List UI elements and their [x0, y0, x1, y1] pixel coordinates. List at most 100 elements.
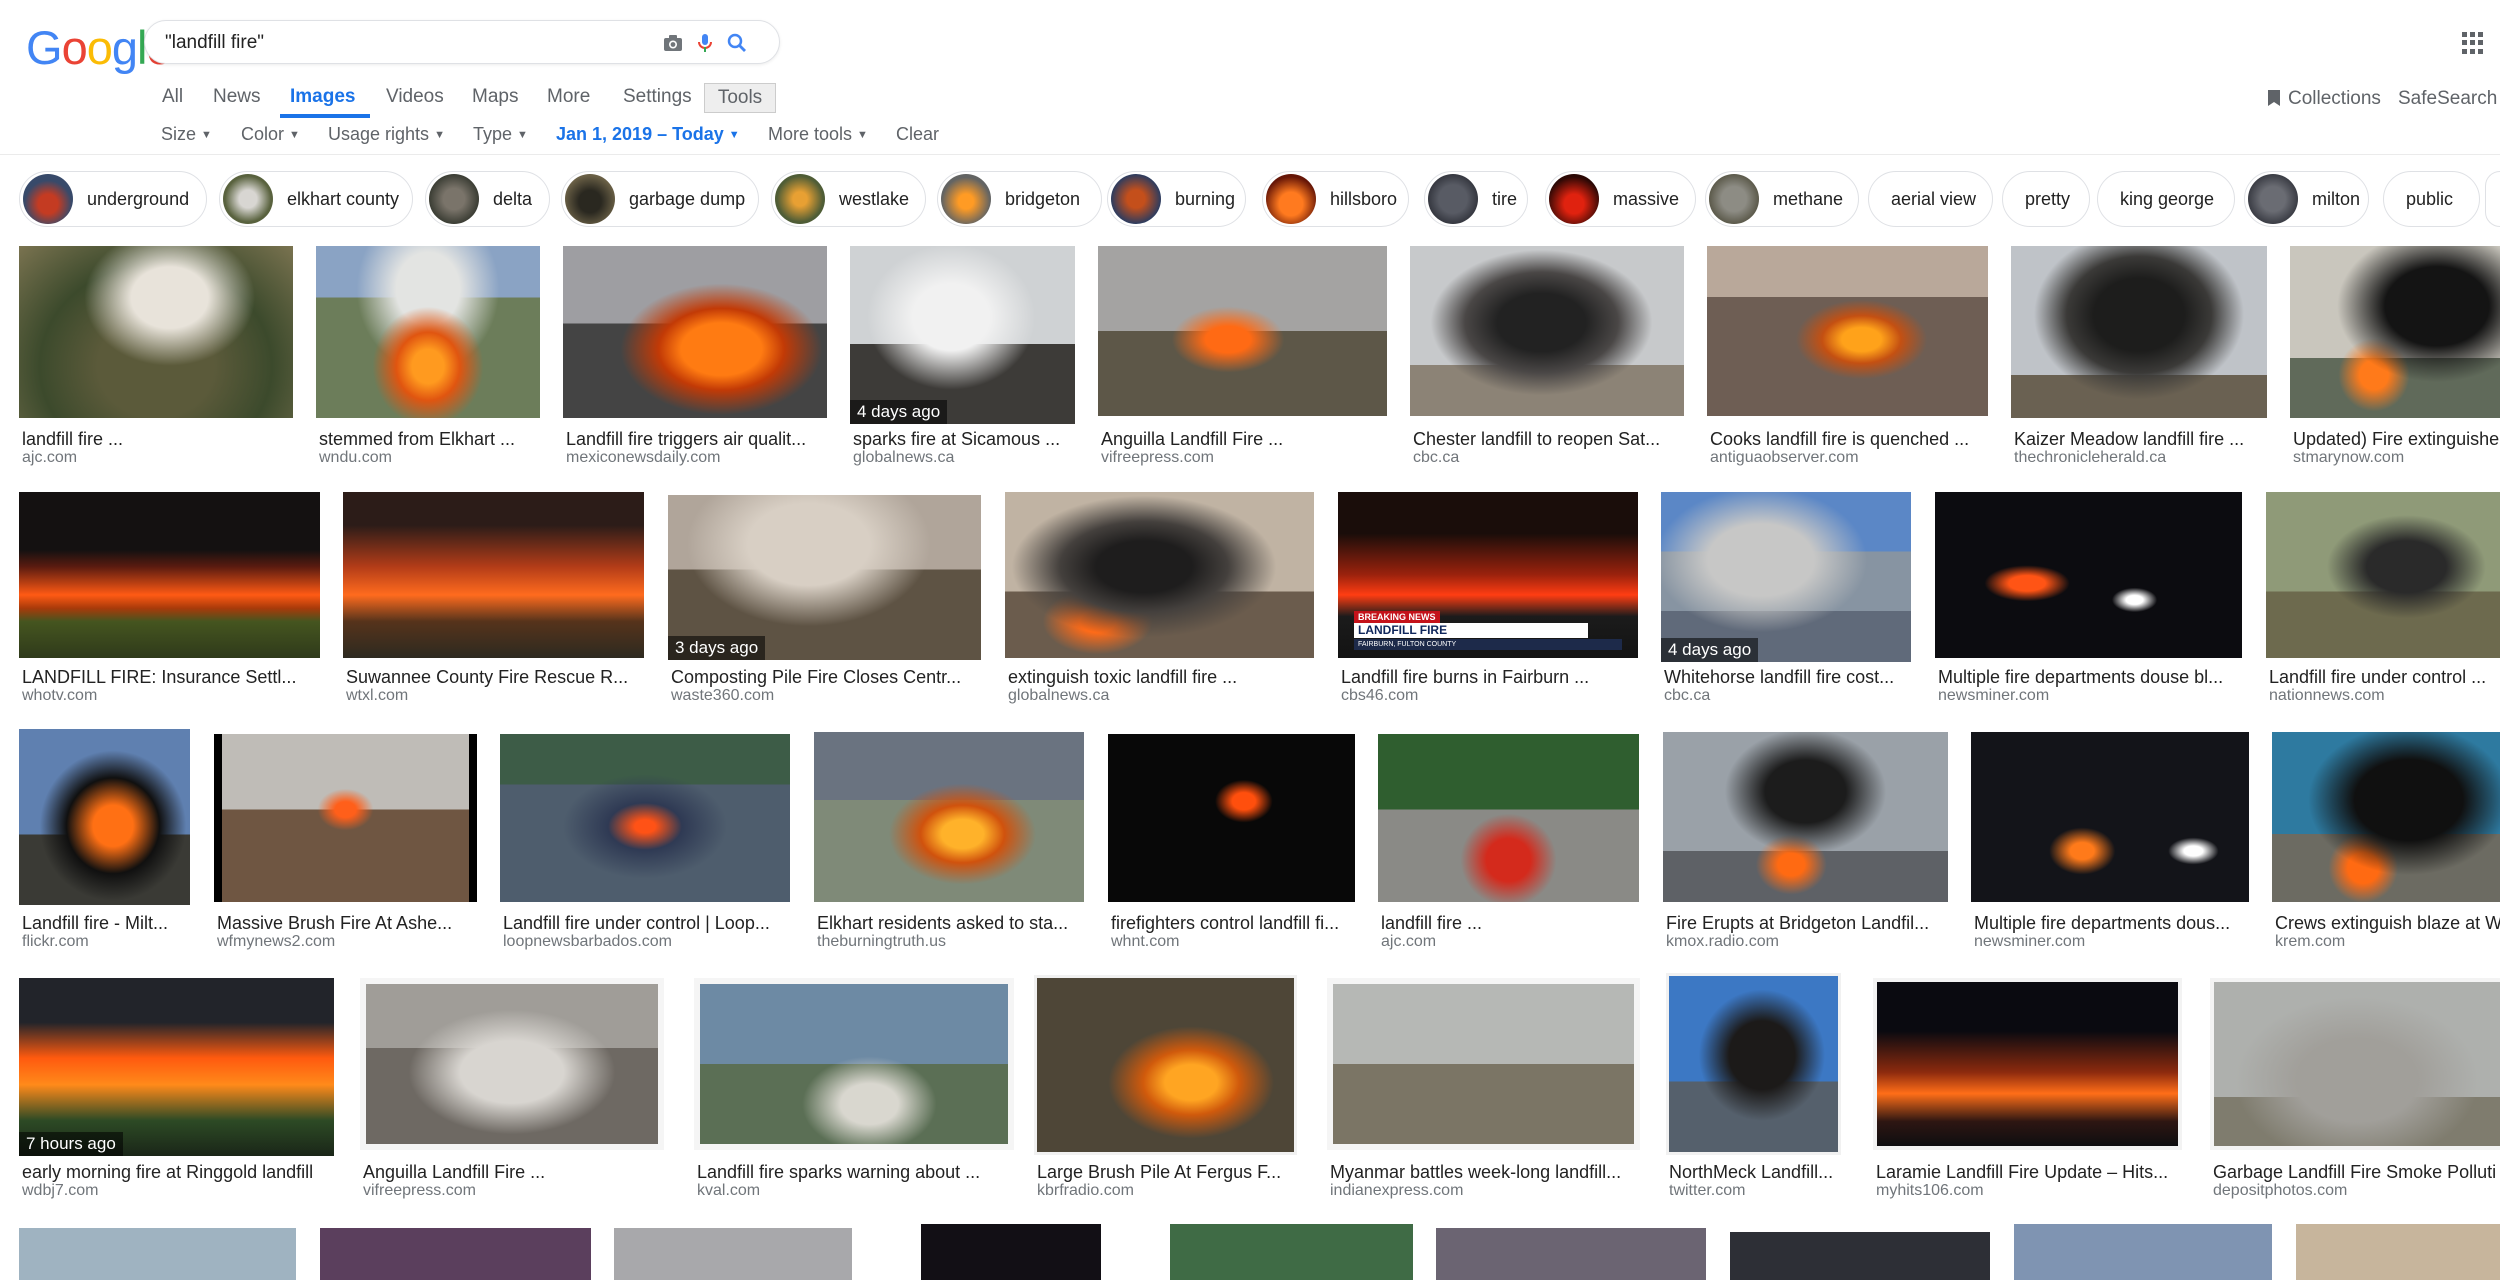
result-domain[interactable]: loopnewsbarbados.com: [503, 933, 787, 951]
image-result[interactable]: 4 days ago Whitehorse landfill fire cost…: [1661, 492, 1911, 707]
result-image[interactable]: [1730, 1232, 1990, 1280]
image-result[interactable]: Landfill fire under control ... nationne…: [2266, 492, 2500, 707]
result-domain[interactable]: globalnews.ca: [853, 449, 1072, 467]
result-domain[interactable]: whnt.com: [1111, 933, 1352, 951]
result-domain[interactable]: waste360.com: [671, 687, 978, 705]
result-domain[interactable]: flickr.com: [22, 933, 187, 951]
result-title[interactable]: Multiple fire departments dous...: [1974, 913, 2246, 934]
result-image[interactable]: BREAKING NEWS LANDFILL FIRE FAIRBURN, FU…: [1338, 492, 1638, 658]
image-result[interactable]: Anguilla Landfill Fire ... vifreepress.c…: [1098, 246, 1387, 466]
result-title[interactable]: Laramie Landfill Fire Update – Hits...: [1876, 1162, 2179, 1183]
result-image[interactable]: [19, 492, 320, 658]
result-image[interactable]: [2272, 732, 2500, 902]
result-title[interactable]: early morning fire at Ringgold landfill: [22, 1162, 337, 1183]
tab-more[interactable]: More: [547, 86, 590, 108]
result-domain[interactable]: cbc.ca: [1664, 687, 1908, 705]
image-result[interactable]: LANDFILL FIRE: Insurance Settl... whotv.…: [19, 492, 320, 707]
result-image[interactable]: [2290, 246, 2500, 418]
result-image[interactable]: [694, 978, 1014, 1150]
search-input[interactable]: "landfill fire": [165, 32, 264, 54]
result-domain[interactable]: stmarynow.com: [2293, 449, 2500, 467]
image-result[interactable]: landfill fire ... ajc.com: [1378, 734, 1639, 953]
image-result[interactable]: Suwannee County Fire Rescue R... wtxl.co…: [343, 492, 644, 707]
image-result[interactable]: Multiple fire departments douse bl... ne…: [1935, 492, 2242, 707]
result-title[interactable]: Suwannee County Fire Rescue R...: [346, 667, 641, 688]
image-result[interactable]: Massive Brush Fire At Ashe... wfmynews2.…: [214, 734, 477, 953]
image-result[interactable]: firefighters control landfill fi... whnt…: [1108, 734, 1355, 953]
chip-westlake[interactable]: westlake: [771, 171, 926, 227]
chip-burning[interactable]: burning: [1107, 171, 1246, 227]
result-image[interactable]: [1327, 978, 1640, 1150]
image-result[interactable]: Landfill fire sparks warning about ... k…: [694, 978, 1014, 1204]
size-filter[interactable]: Size ▼: [161, 124, 212, 145]
result-image[interactable]: [343, 492, 644, 658]
result-image[interactable]: [814, 732, 1084, 902]
image-result[interactable]: BREAKING NEWS LANDFILL FIRE FAIRBURN, FU…: [1338, 492, 1638, 707]
result-title[interactable]: Chester landfill to reopen Sat...: [1413, 429, 1681, 450]
chip-next-partial[interactable]: [2485, 171, 2500, 227]
result-domain[interactable]: wtxl.com: [346, 687, 641, 705]
result-image[interactable]: [1663, 732, 1948, 902]
result-title[interactable]: Large Brush Pile At Fergus F...: [1037, 1162, 1294, 1183]
image-result[interactable]: Anguilla Landfill Fire ... vifreepress.c…: [360, 978, 664, 1204]
tab-news[interactable]: News: [213, 86, 261, 108]
result-domain[interactable]: indianexpress.com: [1330, 1182, 1637, 1200]
result-image[interactable]: [563, 246, 827, 418]
image-result[interactable]: stemmed from Elkhart ... wndu.com: [316, 246, 540, 466]
result-image[interactable]: [2011, 246, 2267, 418]
image-result[interactable]: Elkhart residents asked to sta... thebur…: [814, 732, 1084, 953]
image-result[interactable]: Kaizer Meadow landfill fire ... thechron…: [2011, 246, 2267, 466]
result-domain[interactable]: ajc.com: [22, 449, 290, 467]
tab-all[interactable]: All: [162, 86, 183, 108]
result-title[interactable]: Landfill fire under control | Loop...: [503, 913, 787, 934]
result-title[interactable]: NorthMeck Landfill...: [1669, 1162, 1838, 1183]
result-title[interactable]: Garbage Landfill Fire Smoke Polluti: [2213, 1162, 2500, 1183]
tab-videos[interactable]: Videos: [386, 86, 444, 108]
chip-elkhart-county[interactable]: elkhart county: [219, 171, 413, 227]
image-result[interactable]: Landfill fire under control | Loop... lo…: [500, 734, 790, 953]
chip-milton[interactable]: milton: [2244, 171, 2369, 227]
result-title[interactable]: Composting Pile Fire Closes Centr...: [671, 667, 978, 688]
image-result[interactable]: Cooks landfill fire is quenched ... anti…: [1707, 246, 1988, 466]
result-image[interactable]: 3 days ago: [668, 495, 981, 660]
result-domain[interactable]: myhits106.com: [1876, 1182, 2179, 1200]
result-image[interactable]: [19, 729, 190, 905]
result-image[interactable]: [1935, 492, 2242, 658]
image-result[interactable]: NorthMeck Landfill... twitter.com: [1666, 973, 1841, 1204]
result-domain[interactable]: wdbj7.com: [22, 1182, 331, 1200]
result-title[interactable]: LANDFILL FIRE: Insurance Settl...: [22, 667, 317, 688]
result-domain[interactable]: depositphotos.com: [2213, 1182, 2500, 1200]
clear-filters-link[interactable]: Clear: [896, 124, 939, 145]
apps-grid-icon[interactable]: [2462, 32, 2484, 54]
result-title[interactable]: Landfill fire - Milt...: [22, 913, 187, 934]
result-title[interactable]: stemmed from Elkhart ...: [319, 429, 537, 450]
result-title[interactable]: Landfill fire burns in Fairburn ...: [1341, 667, 1635, 688]
chip-delta[interactable]: delta: [425, 171, 550, 227]
result-domain[interactable]: whotv.com: [22, 687, 317, 705]
result-title[interactable]: Anguilla Landfill Fire ...: [363, 1162, 661, 1183]
result-domain[interactable]: theburningtruth.us: [817, 933, 1081, 951]
result-title[interactable]: Landfill fire triggers air qualit...: [566, 429, 824, 450]
result-image[interactable]: [1707, 246, 1988, 416]
color-filter[interactable]: Color ▼: [241, 124, 300, 145]
search-icon[interactable]: [725, 31, 749, 55]
result-title[interactable]: Landfill fire under control ...: [2269, 667, 2500, 688]
image-result[interactable]: Myanmar battles week-long landfill... in…: [1327, 978, 1640, 1204]
image-result[interactable]: Chester landfill to reopen Sat... cbc.ca: [1410, 246, 1684, 466]
result-title[interactable]: firefighters control landfill fi...: [1111, 913, 1352, 934]
result-title[interactable]: Elkhart residents asked to sta...: [817, 913, 1081, 934]
safesearch-link[interactable]: SafeSearch: [2398, 88, 2497, 110]
result-title[interactable]: Landfill fire sparks warning about ...: [697, 1162, 1011, 1183]
chip-garbage-dump[interactable]: garbage dump: [561, 171, 759, 227]
date-filter[interactable]: Jan 1, 2019 – Today ▼: [556, 124, 740, 145]
result-domain[interactable]: newsminer.com: [1974, 933, 2246, 951]
image-result[interactable]: extinguish toxic landfill fire ... globa…: [1005, 492, 1314, 707]
chip-public[interactable]: public: [2383, 171, 2480, 227]
chip-pretty[interactable]: pretty: [2002, 171, 2090, 227]
result-domain[interactable]: globalnews.ca: [1008, 687, 1311, 705]
result-title[interactable]: Crews extinguish blaze at W: [2275, 913, 2500, 934]
result-image[interactable]: [1170, 1224, 1413, 1280]
chip-massive[interactable]: massive: [1545, 171, 1696, 227]
image-result[interactable]: Fire Erupts at Bridgeton Landfil... kmox…: [1663, 732, 1948, 953]
result-title[interactable]: Anguilla Landfill Fire ...: [1101, 429, 1384, 450]
